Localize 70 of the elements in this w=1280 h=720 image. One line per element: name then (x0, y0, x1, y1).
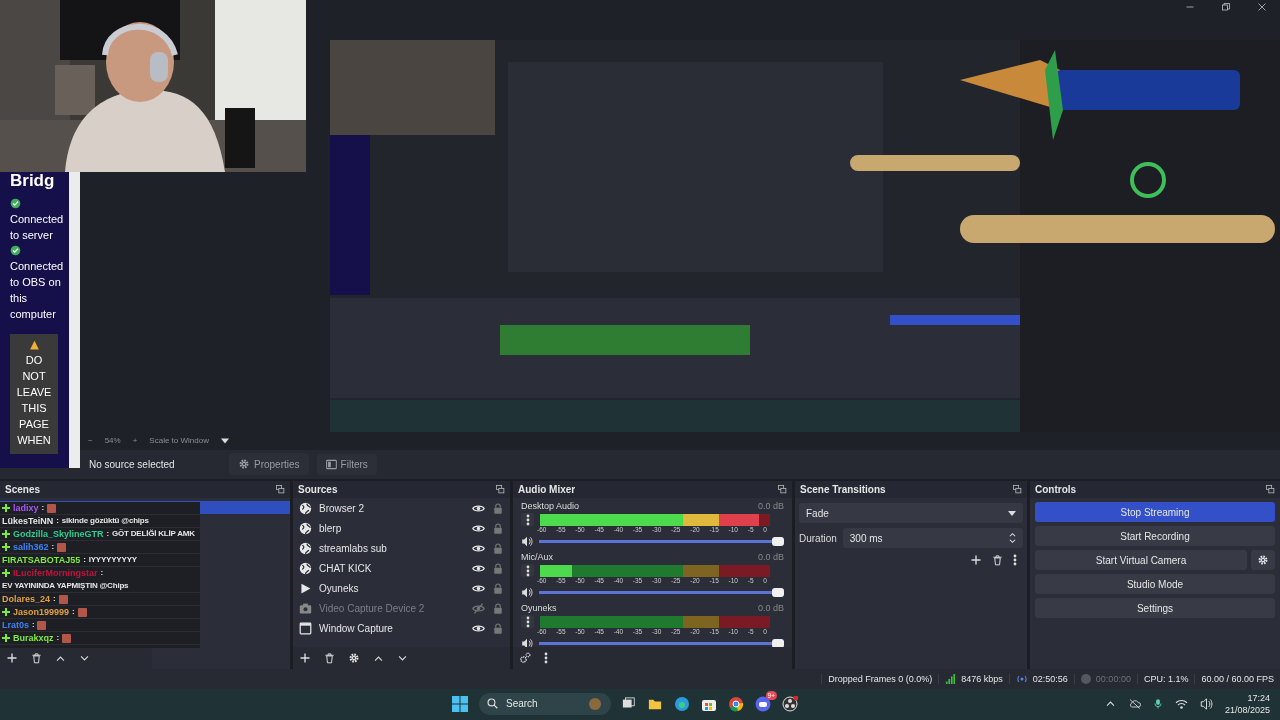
channel-reading: 0.0 dB (757, 501, 784, 512)
chat-separator: : (56, 516, 59, 526)
record-time: 00:00:00 (1095, 673, 1131, 684)
control-button[interactable]: Settings (1035, 598, 1275, 619)
panel-title: Scene Transitions (800, 484, 886, 496)
chat-separator: : (56, 633, 59, 643)
cpu-usage: CPU: 1.1% (1143, 673, 1189, 684)
duration-field[interactable]: 300 ms (842, 528, 1023, 549)
source-item[interactable]: streamlabs sub (319, 542, 465, 554)
channel-reading: 0.0 dB (757, 552, 784, 563)
chat-separator: : (100, 568, 103, 578)
source-status: No source selected (89, 458, 176, 470)
page-title: Bridg (10, 172, 56, 190)
chat-separator: : (32, 620, 35, 630)
properties-button[interactable]: Properties (229, 453, 309, 476)
warning-text: DO NOT LEAVE THIS PAGE WHEN (15, 353, 53, 448)
clock-time[interactable]: 17:24 (1247, 691, 1270, 704)
panel-title: Audio Mixer (518, 484, 576, 496)
fps-reading: 60.00 / 60.00 FPS (1201, 673, 1274, 684)
channel-name: Oyuneks (521, 603, 557, 614)
zoom-level: 54% (104, 436, 121, 446)
scale-mode-dropdown[interactable]: Scale to Window (149, 436, 209, 446)
dropped-frames: Dropped Frames 0 (0.0%) (828, 673, 933, 684)
source-item[interactable]: Browser 2 (319, 502, 465, 514)
zoom-out-button[interactable]: − (88, 436, 93, 446)
stream-time: 02:50:56 (1032, 673, 1068, 684)
transition-dropdown[interactable]: Fade (799, 503, 1023, 524)
chat-separator: : (41, 503, 44, 513)
bitrate: 8476 kbps (961, 673, 1003, 684)
chat-username: Burakxqz (13, 633, 54, 643)
channel-name: Desktop Audio (521, 501, 580, 512)
chat-separator: : (72, 607, 75, 617)
status-text: Connected to OBS on this computer (10, 259, 65, 322)
chat-username: Godzilla_SkylineGTR (13, 529, 104, 539)
control-button[interactable]: Stop Streaming (1035, 502, 1275, 523)
chat-username: Dolares_24 (2, 594, 51, 604)
panel-title: Controls (1035, 484, 1077, 496)
source-item[interactable]: CHAT KICK (319, 562, 465, 574)
source-item[interactable]: Oyuneks (319, 582, 465, 594)
clock-date[interactable]: 21/08/2025 (1224, 703, 1270, 716)
filters-button[interactable]: Filters (316, 453, 377, 475)
panel-title: Sources (298, 484, 338, 496)
control-button[interactable]: Start Recording (1035, 526, 1275, 547)
chat-separator: : (106, 529, 109, 539)
zoom-in-button[interactable]: + (132, 436, 138, 446)
chat-username: ladixy (13, 503, 39, 513)
chat-separator: : (51, 542, 54, 552)
chat-username: Lrat0s (2, 620, 29, 630)
control-button[interactable]: Start Virtual Camera (1035, 550, 1247, 571)
channel-name: Mic/Aux (521, 552, 553, 563)
status-text: Connected to server (10, 212, 65, 243)
control-button[interactable]: Studio Mode (1035, 574, 1275, 595)
chat-separator: : (83, 555, 86, 565)
chat-message: GÖT DELİĞİ KLİP AMK (112, 529, 195, 539)
chat-username: LükesTeiNN (2, 516, 54, 526)
chat-message: EV YAYININDA YAPMIŞTIN @Chips (2, 581, 129, 591)
chat-separator: : (53, 594, 56, 604)
chat-username: salih362 (13, 542, 49, 552)
chat-username: FIRATSABOTAJ55 (2, 555, 81, 565)
chat-message: sikinde gözüktü @chips (61, 516, 149, 526)
duration-label: Duration (799, 532, 837, 544)
source-item[interactable]: blerp (319, 522, 465, 534)
panel-title: Scenes (5, 484, 41, 496)
source-item[interactable]: Window Capture (319, 622, 465, 634)
channel-reading: 0.0 dB (757, 603, 784, 614)
search-field[interactable]: Search (479, 692, 611, 715)
chat-username: ILuciferMorningstar (13, 568, 98, 578)
chat-message: IYYYYYYYYY (88, 555, 137, 565)
chat-username: Jason199999 (13, 607, 70, 617)
source-item[interactable]: Video Capture Device 2 (319, 602, 465, 614)
